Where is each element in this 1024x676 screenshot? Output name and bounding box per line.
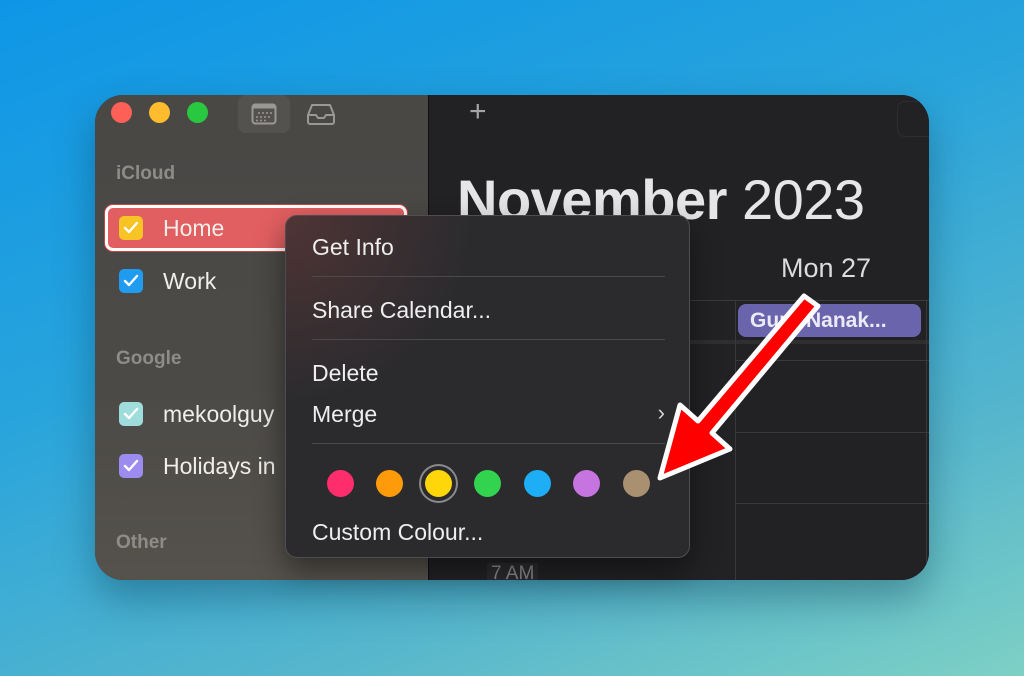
menu-item-merge[interactable]: Merge [312, 401, 377, 428]
section-label-other: Other [116, 532, 167, 553]
hour-gridline [735, 432, 929, 433]
allday-event[interactable]: Guru Nanak... [738, 304, 921, 337]
section-label-icloud: iCloud [116, 163, 176, 184]
color-swatch-green[interactable] [474, 470, 501, 497]
calendar-label-work: Work [163, 267, 217, 294]
toolbar-segment-button[interactable] [897, 101, 929, 137]
menu-separator [312, 339, 665, 340]
checkbox-home[interactable] [119, 216, 143, 240]
time-label-7am: 7 AM [487, 563, 539, 580]
year-label: 2023 [741, 168, 865, 231]
calendar-label-holidays: Holidays in [163, 452, 276, 479]
menu-item-delete[interactable]: Delete [312, 360, 378, 387]
submenu-chevron-icon: › [657, 400, 665, 425]
hour-gridline [735, 503, 929, 504]
menu-item-get-info[interactable]: Get Info [312, 234, 394, 261]
checkbox-mekoolguy[interactable] [119, 402, 143, 426]
menu-separator [312, 443, 665, 444]
inbox-tray-icon [307, 104, 335, 125]
calendar-list-toggle-button[interactable] [238, 95, 290, 133]
close-window-button[interactable] [111, 102, 132, 123]
checkmark-icon [123, 407, 139, 420]
add-event-button[interactable]: + [469, 95, 487, 129]
section-label-google: Google [116, 348, 182, 369]
calendar-label-mekoolguy: mekoolguy [163, 400, 275, 427]
calendar-grid-icon [251, 103, 277, 125]
menu-item-share-calendar[interactable]: Share Calendar... [312, 297, 491, 324]
checkmark-icon [123, 459, 139, 472]
day-column-divider [926, 300, 927, 580]
checkmark-icon [123, 221, 139, 234]
day-header: Mon 27 [781, 253, 872, 283]
menu-item-custom-colour[interactable]: Custom Colour... [312, 519, 483, 546]
checkbox-work[interactable] [119, 269, 143, 293]
color-swatch-red[interactable] [327, 470, 354, 497]
checkbox-holidays[interactable] [119, 454, 143, 478]
color-swatch-purple[interactable] [573, 470, 600, 497]
zoom-window-button[interactable] [187, 102, 208, 123]
hour-gridline [735, 360, 929, 361]
minimize-window-button[interactable] [149, 102, 170, 123]
inbox-button[interactable] [295, 95, 347, 133]
color-swatch-orange[interactable] [376, 470, 403, 497]
day-column-divider [735, 300, 736, 580]
checkmark-icon [123, 274, 139, 287]
calendar-label-home: Home [163, 214, 225, 241]
color-swatch-yellow[interactable] [425, 470, 452, 497]
color-swatch-blue[interactable] [524, 470, 551, 497]
color-swatch-brown[interactable] [623, 470, 650, 497]
menu-separator [312, 276, 665, 277]
context-menu: Get Info Share Calendar... Delete Merge … [285, 215, 690, 558]
